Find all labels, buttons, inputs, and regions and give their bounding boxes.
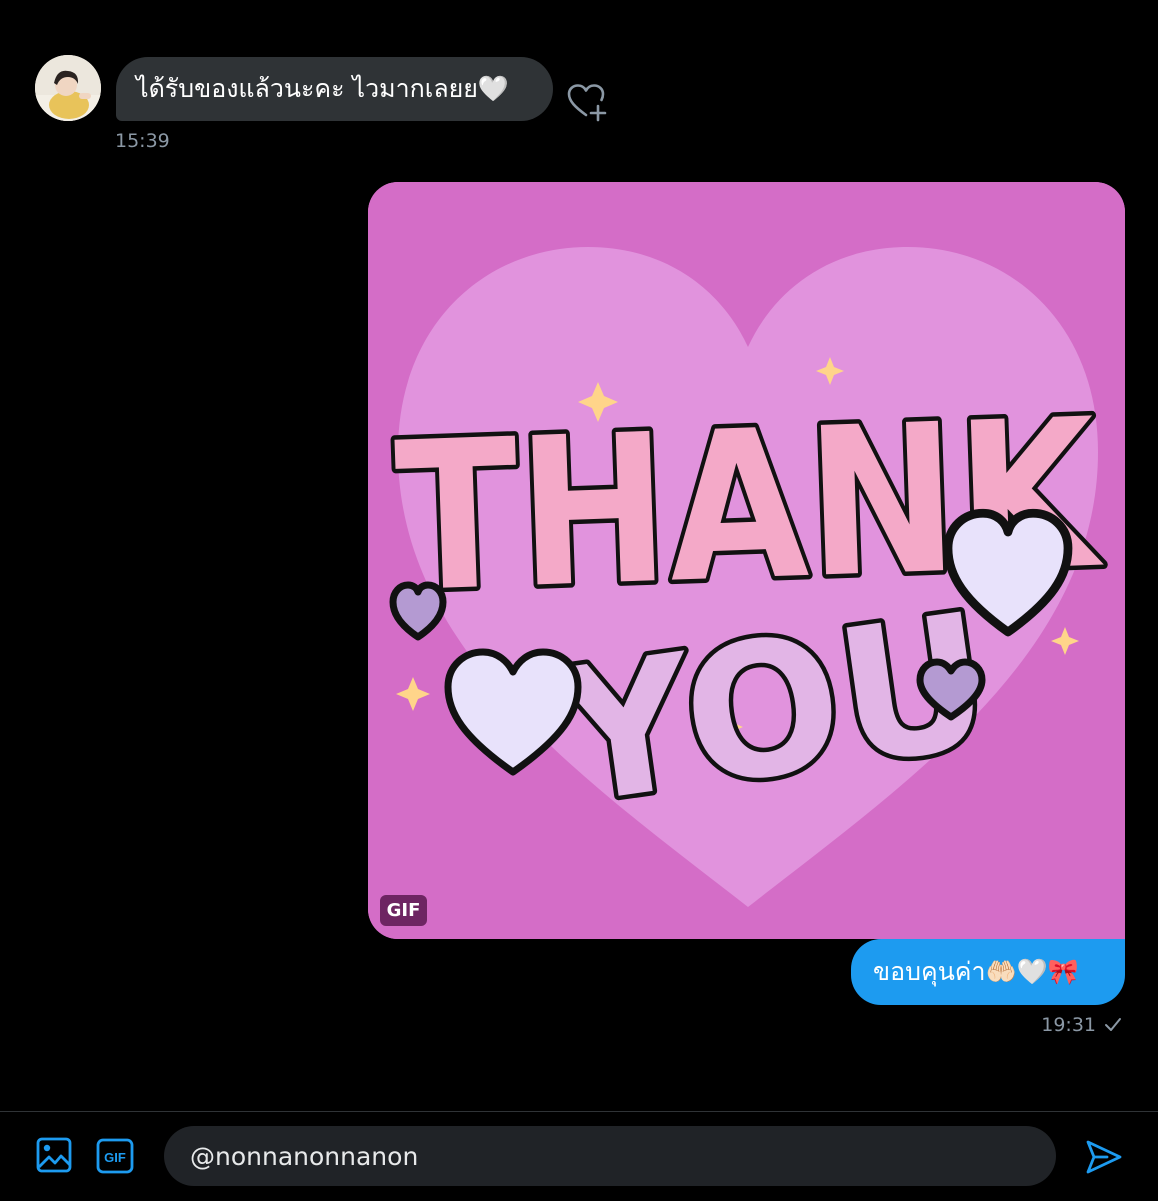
gif-button[interactable]: GIF (96, 1138, 134, 1174)
gif-button-label: GIF (104, 1150, 126, 1165)
incoming-message-bubble[interactable]: ได้รับของแล้วนะคะ ไวมากเลยย🤍 (116, 57, 553, 121)
incoming-timestamp: 15:39 (115, 130, 170, 152)
message-input[interactable]: @nonnanonnanon (164, 1126, 1056, 1186)
sender-avatar[interactable] (35, 55, 101, 121)
outgoing-message-text: ขอบคุนค่า🤲🏻🤍🎀 (873, 957, 1079, 986)
avatar-image (35, 55, 101, 121)
message-input-value: @nonnanonnanon (190, 1141, 419, 1171)
send-icon (1086, 1140, 1122, 1174)
send-button[interactable] (1085, 1139, 1123, 1175)
incoming-message-text: ได้รับของแล้วนะคะ ไวมากเลยย🤍 (136, 74, 510, 103)
add-reaction-button[interactable] (565, 82, 607, 122)
heart-plus-icon (567, 84, 607, 122)
gif-icon: GIF (96, 1138, 134, 1174)
gif-badge: GIF (380, 895, 427, 926)
media-button[interactable] (36, 1136, 72, 1174)
outgoing-timestamp: 19:31 (1041, 1014, 1096, 1036)
outgoing-meta: 19:31 (1041, 1014, 1122, 1036)
outgoing-message-bubble[interactable]: ขอบคุนค่า🤲🏻🤍🎀 (851, 939, 1125, 1005)
gif-attachment[interactable]: THANK YOU (368, 182, 1125, 939)
thank-you-gif-image: THANK YOU (368, 182, 1125, 939)
check-icon (1105, 1018, 1121, 1031)
image-icon (36, 1137, 72, 1173)
